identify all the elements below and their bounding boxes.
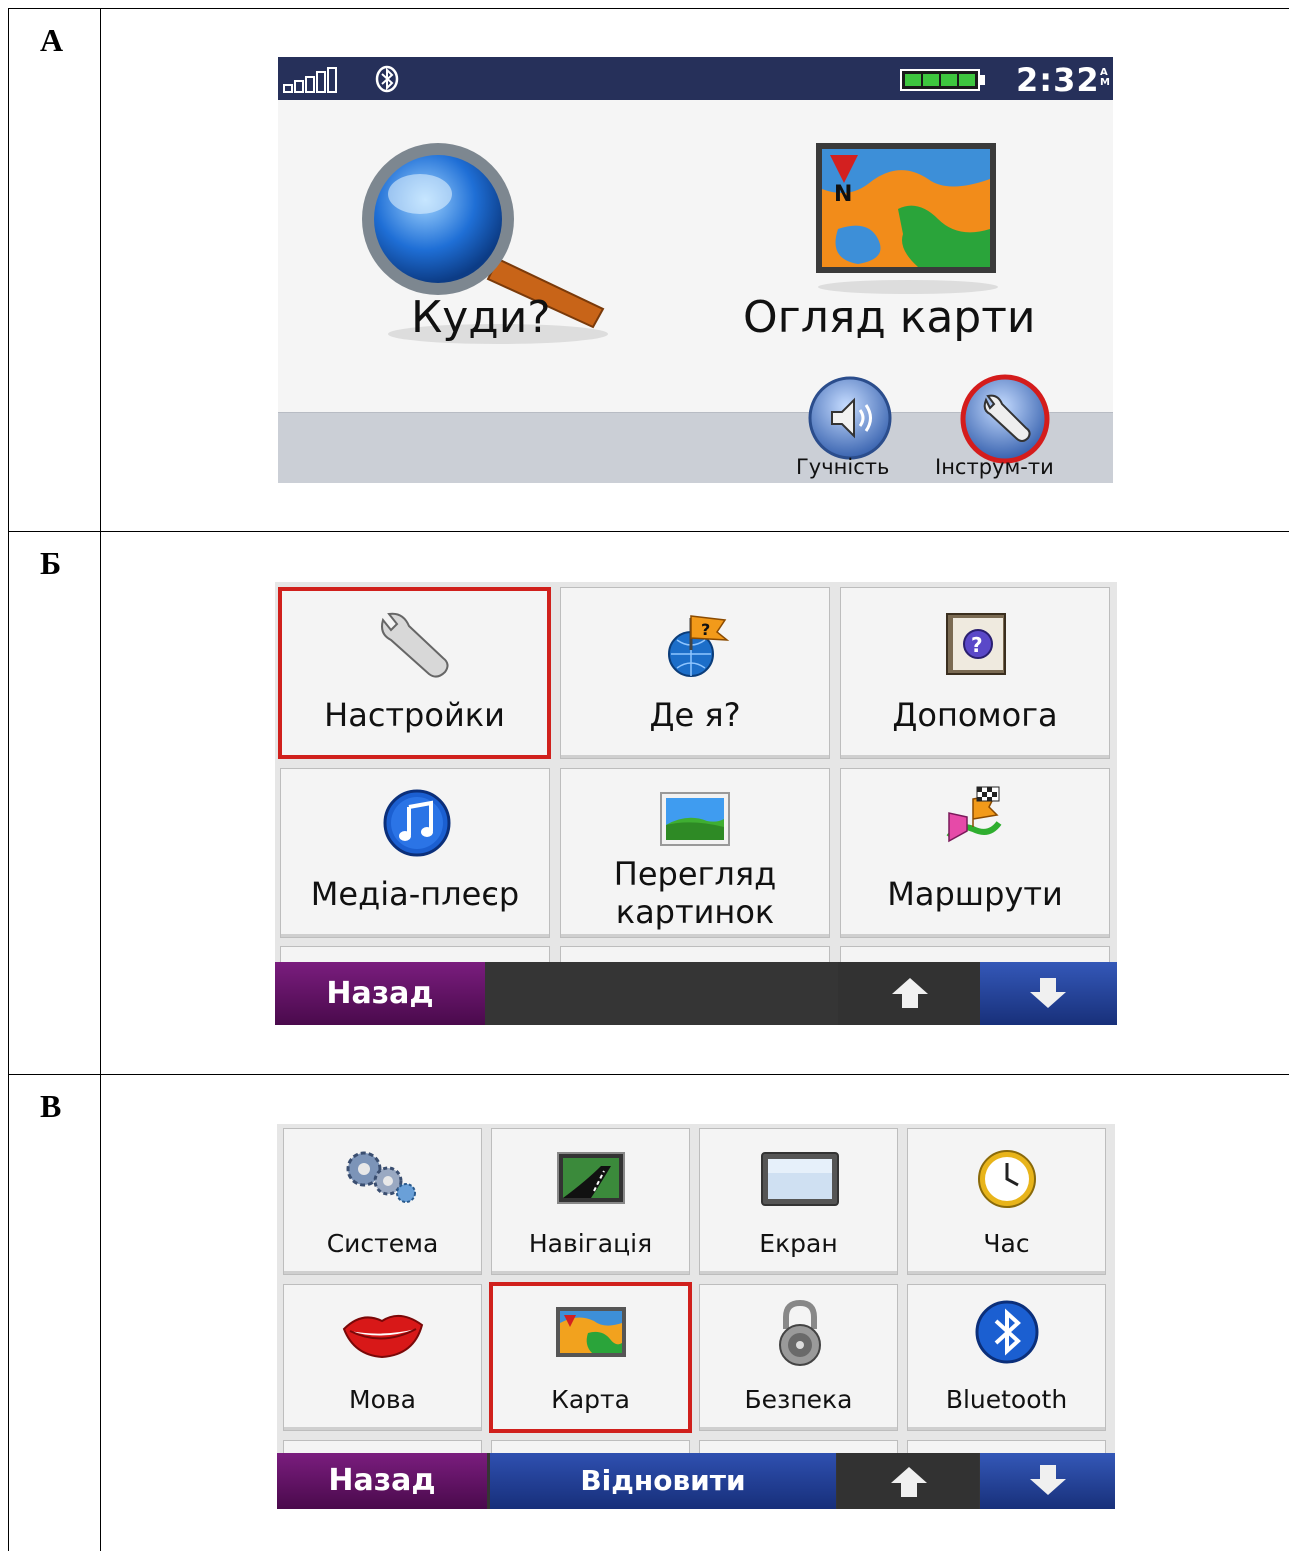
row-label-a: А [40, 22, 64, 58]
help-tile[interactable]: ? Допомога [840, 587, 1110, 759]
wrench-icon [960, 374, 1050, 464]
picture-viewer-label-line1: Перегляд [613, 855, 777, 893]
settings-menu-screen: Система Навігація Екран Час Мова Карта Б… [277, 1124, 1115, 1509]
svg-text:N: N [834, 182, 852, 207]
route-flags-icon [946, 786, 1002, 843]
arrow-down-icon [1030, 1465, 1066, 1495]
system-tile[interactable]: Система [283, 1128, 482, 1275]
table-top-border [8, 8, 1289, 9]
navigation-tile[interactable]: Навігація [491, 1128, 690, 1275]
main-menu-screen: 2:32 AM Куди? N Огляд карти Гучність Інс… [278, 57, 1113, 483]
padlock-icon [779, 1299, 821, 1366]
time-label: Час [983, 1229, 1030, 1258]
map-settings-label: Карта [551, 1385, 630, 1414]
map-settings-tile[interactable]: Карта [489, 1282, 692, 1433]
bottom-nav-bar: Назад [275, 962, 1117, 1025]
clock-am-indicator: AM [1100, 67, 1110, 88]
back-button[interactable]: Назад [277, 1453, 487, 1509]
help-label: Допомога [892, 696, 1058, 734]
arrow-up-icon [891, 1467, 927, 1497]
bluetooth-status-icon [375, 65, 399, 93]
battery-icon [900, 69, 985, 91]
arrow-down-icon [1030, 978, 1066, 1008]
where-am-i-label: Де я? [649, 696, 741, 734]
picture-viewer-label-line2: картинок [615, 893, 775, 931]
media-player-tile[interactable]: Медіа-плеєр [280, 768, 550, 938]
media-player-label: Медіа-плеєр [310, 875, 520, 913]
volume-label: Гучність [796, 455, 890, 479]
table-left-border [8, 8, 9, 1551]
view-map-label: Огляд карти [743, 292, 1036, 343]
scroll-down-button[interactable] [980, 1453, 1115, 1509]
settings-tile[interactable]: Настройки [278, 587, 551, 759]
navigation-label: Навігація [528, 1229, 653, 1258]
system-label: Система [326, 1229, 439, 1258]
tools-menu-screen: Настройки ? Де я? ? Допомога Медіа-плеєр… [275, 582, 1117, 1025]
scroll-down-button[interactable] [980, 962, 1117, 1025]
road-icon [557, 1152, 625, 1204]
music-note-icon [383, 789, 451, 857]
map-icon: N [816, 143, 998, 294]
language-tile[interactable]: Мова [283, 1284, 482, 1431]
speaker-icon [808, 376, 892, 460]
table-column-divider [100, 8, 101, 1551]
time-tile[interactable]: Час [907, 1128, 1106, 1275]
row-label-c: В [40, 1088, 62, 1124]
bluetooth-label: Bluetooth [945, 1385, 1068, 1414]
map-icon [556, 1307, 626, 1357]
settings-label: Настройки [324, 696, 505, 734]
tools-label: Інструм-ти [935, 455, 1054, 479]
lips-icon [342, 1314, 424, 1359]
back-button[interactable]: Назад [275, 962, 485, 1025]
security-tile[interactable]: Безпека [699, 1284, 898, 1431]
bluetooth-icon [975, 1300, 1039, 1364]
display-tile[interactable]: Екран [699, 1128, 898, 1275]
screen-icon [761, 1152, 839, 1206]
where-am-i-tile[interactable]: ? Де я? [560, 587, 830, 759]
restore-button[interactable]: Відновити [490, 1453, 836, 1509]
bottom-nav-bar: Назад Відновити [277, 1453, 1115, 1509]
svg-text:?: ? [701, 620, 710, 639]
display-label: Екран [759, 1229, 838, 1258]
scroll-up-button[interactable] [837, 1453, 979, 1509]
arrow-up-icon [892, 978, 928, 1008]
routes-tile[interactable]: Маршрути [840, 768, 1110, 938]
picture-viewer-tile[interactable]: Перегляд картинок [560, 768, 830, 938]
globe-flag-icon: ? [668, 615, 730, 677]
table-row-divider [8, 531, 1289, 532]
clock: 2:32 [1016, 61, 1100, 99]
bluetooth-tile[interactable]: Bluetooth [907, 1284, 1106, 1431]
routes-label: Маршрути [887, 875, 1063, 913]
wrench-icon [381, 612, 449, 678]
security-label: Безпека [744, 1385, 853, 1414]
where-to-label: Куди? [411, 292, 551, 343]
svg-text:?: ? [971, 633, 983, 657]
language-label: Мова [349, 1385, 416, 1414]
picture-icon [660, 792, 730, 846]
row-label-b: Б [40, 545, 62, 581]
scroll-up-button[interactable] [838, 962, 980, 1025]
status-bar: 2:32 AM [278, 57, 1113, 100]
gears-icon [346, 1151, 416, 1203]
signal-strength-icon [283, 67, 337, 93]
clock-icon [978, 1150, 1036, 1208]
help-book-icon: ? [946, 613, 1006, 675]
table-row-divider [8, 1074, 1289, 1075]
